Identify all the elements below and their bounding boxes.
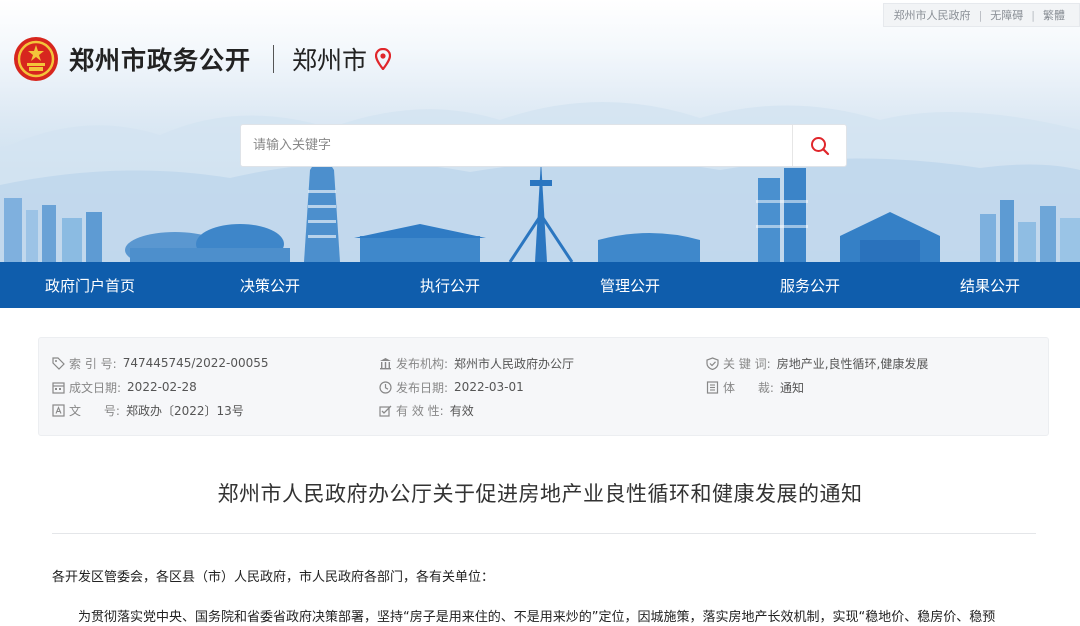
nav-item-home[interactable]: 政府门户首页 (0, 262, 180, 308)
nav-item-management[interactable]: 管理公开 (540, 262, 720, 308)
search-bar (240, 124, 847, 167)
tag-icon (52, 356, 65, 370)
search-button[interactable] (792, 125, 846, 166)
title-divider (273, 45, 275, 73)
nav-item-service[interactable]: 服务公开 (720, 262, 900, 308)
meta-label: 有 效 性: (396, 403, 444, 418)
nav-item-execution[interactable]: 执行公开 (360, 262, 540, 308)
meta-value: 有效 (449, 403, 474, 418)
meta-label: 索 引 号: (69, 356, 117, 371)
meta-label: 发布机构: (396, 356, 449, 371)
meta-org: 发布机构: 郑州市人民政府办公厅 (379, 355, 574, 371)
location-pin-icon[interactable] (375, 48, 392, 70)
meta-validity: 有 效 性: 有效 (379, 402, 474, 418)
meta-label: 发布日期: (396, 380, 449, 395)
site-branding: 郑州市政务公开 郑州市 (13, 36, 392, 82)
article-paragraph: 为贯彻落实党中央、国务院和省委省政府决策部署，坚持“房子是用来住的、不是用来炒的… (78, 610, 996, 625)
building-icon (380, 357, 391, 369)
edit-check-icon (379, 405, 392, 417)
text-doc-icon (52, 403, 65, 417)
search-input[interactable] (241, 125, 792, 166)
nav-item-result[interactable]: 结果公开 (900, 262, 1080, 308)
main-navigation: 政府门户首页 决策公开 执行公开 管理公开 服务公开 结果公开 (0, 262, 1080, 308)
meta-publish-date: 发布日期: 2022-03-01 (379, 379, 524, 395)
title-divider-line (52, 533, 1036, 534)
meta-value: 房地产业,良性循环,健康发展 (776, 356, 929, 371)
meta-label: 关 键 词: (723, 356, 771, 371)
meta-label: 成文日期: (69, 380, 122, 395)
clock-icon (379, 380, 392, 394)
separator: | (978, 8, 983, 22)
meta-index-no: 索 引 号: 747445745/2022-00055 (52, 355, 269, 371)
meta-label: 文 号: (69, 403, 120, 418)
meta-value: 2022-02-28 (127, 380, 197, 394)
meta-value: 郑州市人民政府办公厅 (454, 356, 575, 371)
link-gov-portal[interactable]: 郑州市人民政府 (894, 7, 971, 23)
meta-keywords: 关 键 词: 房地产业,良性循环,健康发展 (706, 355, 928, 371)
document-list-icon (706, 380, 719, 394)
meta-value: 2022-03-01 (454, 380, 524, 394)
site-title[interactable]: 郑州市政务公开 (69, 41, 251, 77)
header-banner: 郑州市人民政府 | 无障碍 | 繁體 郑州市政务公开 郑州市 (0, 0, 1080, 262)
national-emblem-icon (14, 37, 58, 81)
article-salutation: 各开发区管委会，各区县（市）人民政府，市人民政府各部门，各有关单位： (52, 570, 495, 585)
city-name[interactable]: 郑州市 (292, 41, 367, 77)
utility-links: 郑州市人民政府 | 无障碍 | 繁體 (882, 3, 1080, 27)
shield-check-icon (706, 356, 719, 370)
link-accessibility[interactable]: 无障碍 (990, 7, 1023, 23)
meta-value: 通知 (779, 380, 804, 395)
meta-label: 体 裁: (723, 380, 774, 395)
nav-item-decision[interactable]: 决策公开 (180, 262, 360, 308)
link-traditional-chinese[interactable]: 繁體 (1043, 7, 1065, 23)
meta-value: 郑政办〔2022〕13号 (125, 403, 244, 418)
search-icon (810, 136, 829, 155)
separator: | (1031, 8, 1035, 22)
meta-value: 747445745/2022-00055 (122, 356, 269, 370)
meta-genre: 体 裁: 通知 (706, 379, 804, 395)
article-title: 郑州市人民政府办公厅关于促进房地产业良性循环和健康发展的通知 (217, 482, 863, 506)
document-meta-panel: 索 引 号: 747445745/2022-00055 发布机构: 郑州市人民政… (38, 337, 1049, 436)
meta-written-date: 成文日期: 2022-02-28 (52, 379, 197, 395)
calendar-icon (52, 381, 65, 394)
meta-doc-no: 文 号: 郑政办〔2022〕13号 (52, 402, 244, 418)
